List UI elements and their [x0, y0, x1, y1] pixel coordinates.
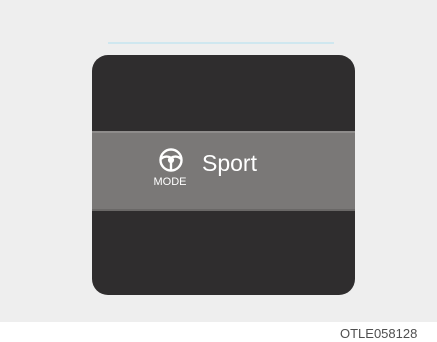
- drive-mode-display: MODE Sport: [92, 55, 355, 295]
- image-frame: MODE Sport: [0, 0, 437, 322]
- mode-icon-group: MODE: [148, 147, 192, 199]
- selected-mode: Sport: [202, 150, 257, 176]
- steering-wheel-icon: [159, 148, 183, 172]
- mode-label: MODE: [153, 176, 187, 188]
- top-cyan-line: [108, 42, 334, 44]
- image-code: OTLE058128: [340, 326, 418, 341]
- mode-selection-band: MODE Sport: [92, 131, 355, 211]
